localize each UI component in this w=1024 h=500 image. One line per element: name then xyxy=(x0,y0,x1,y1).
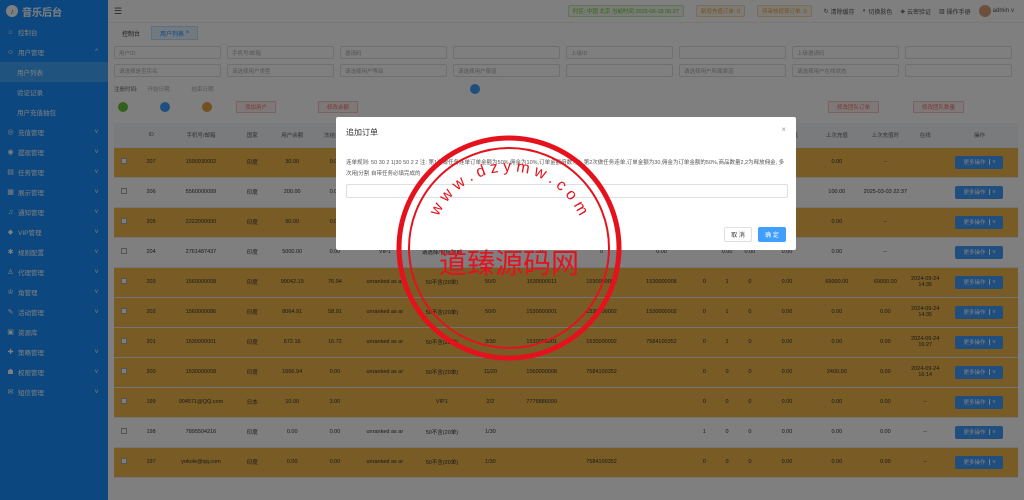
watermark-stamp: w w w . d z y m w . c o m 道臻源码网 xyxy=(396,135,622,361)
cancel-button[interactable]: 取 消 xyxy=(724,227,752,242)
watermark-center-text: 道臻源码网 xyxy=(439,247,579,280)
confirm-button[interactable]: 确 定 xyxy=(758,227,786,242)
close-icon[interactable]: × xyxy=(781,125,786,134)
